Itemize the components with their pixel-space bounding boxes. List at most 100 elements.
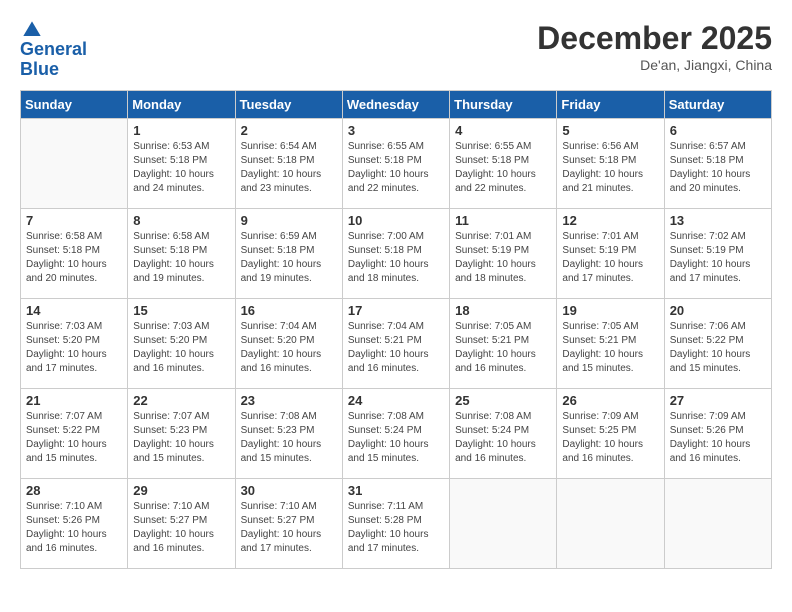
calendar-cell bbox=[450, 478, 557, 568]
calendar-cell: 30 Sunrise: 7:10 AM Sunset: 5:27 PM Dayli… bbox=[235, 478, 342, 568]
day-number: 30 bbox=[241, 483, 337, 498]
subtitle: De'an, Jiangxi, China bbox=[537, 57, 772, 73]
day-number: 3 bbox=[348, 123, 444, 138]
page-header: GeneralBlue December 2025 De'an, Jiangxi… bbox=[20, 20, 772, 80]
day-number: 4 bbox=[455, 123, 551, 138]
day-info: Sunrise: 7:09 AM Sunset: 5:26 PM Dayligh… bbox=[670, 410, 766, 466]
calendar-week-3: 14 Sunrise: 7:03 AM Sunset: 5:20 PM Dayli… bbox=[21, 298, 772, 388]
calendar-cell: 20 Sunrise: 7:06 AM Sunset: 5:22 PM Dayli… bbox=[664, 298, 771, 388]
day-number: 19 bbox=[562, 303, 658, 318]
day-number: 5 bbox=[562, 123, 658, 138]
day-number: 11 bbox=[455, 213, 551, 228]
calendar-week-5: 28 Sunrise: 7:10 AM Sunset: 5:26 PM Dayli… bbox=[21, 478, 772, 568]
calendar-cell: 31 Sunrise: 7:11 AM Sunset: 5:28 PM Dayli… bbox=[342, 478, 449, 568]
day-number: 2 bbox=[241, 123, 337, 138]
day-info: Sunrise: 7:03 AM Sunset: 5:20 PM Dayligh… bbox=[133, 320, 229, 376]
day-info: Sunrise: 6:57 AM Sunset: 5:18 PM Dayligh… bbox=[670, 140, 766, 196]
calendar-cell: 18Sunrise: 7:05 AM Sunset: 5:21 PM Dayli… bbox=[450, 298, 557, 388]
day-number: 15 bbox=[133, 303, 229, 318]
day-info: Sunrise: 7:02 AM Sunset: 5:19 PM Dayligh… bbox=[670, 230, 766, 286]
calendar-cell: 7 Sunrise: 6:58 AM Sunset: 5:18 PM Daylig… bbox=[21, 208, 128, 298]
day-header-sunday: Sunday bbox=[21, 90, 128, 118]
day-info: Sunrise: 7:08 AM Sunset: 5:24 PM Dayligh… bbox=[455, 410, 551, 466]
calendar-cell: 26Sunrise: 7:09 AM Sunset: 5:25 PM Dayli… bbox=[557, 388, 664, 478]
day-info: Sunrise: 7:06 AM Sunset: 5:22 PM Dayligh… bbox=[670, 320, 766, 376]
day-number: 6 bbox=[670, 123, 766, 138]
day-info: Sunrise: 7:04 AM Sunset: 5:21 PM Dayligh… bbox=[348, 320, 444, 376]
calendar-cell: 21Sunrise: 7:07 AM Sunset: 5:22 PM Dayli… bbox=[21, 388, 128, 478]
day-info: Sunrise: 7:11 AM Sunset: 5:28 PM Dayligh… bbox=[348, 500, 444, 556]
day-info: Sunrise: 7:04 AM Sunset: 5:20 PM Dayligh… bbox=[241, 320, 337, 376]
day-number: 28 bbox=[26, 483, 122, 498]
calendar-cell bbox=[21, 118, 128, 208]
calendar-cell: 13 Sunrise: 7:02 AM Sunset: 5:19 PM Dayli… bbox=[664, 208, 771, 298]
calendar-cell: 4 Sunrise: 6:55 AM Sunset: 5:18 PM Daylig… bbox=[450, 118, 557, 208]
day-info: Sunrise: 7:01 AM Sunset: 5:19 PM Dayligh… bbox=[562, 230, 658, 286]
day-number: 1 bbox=[133, 123, 229, 138]
calendar-cell: 3 Sunrise: 6:55 AM Sunset: 5:18 PM Daylig… bbox=[342, 118, 449, 208]
calendar-cell: 16Sunrise: 7:04 AM Sunset: 5:20 PM Dayli… bbox=[235, 298, 342, 388]
title-block: December 2025 De'an, Jiangxi, China bbox=[537, 20, 772, 73]
calendar-table: SundayMondayTuesdayWednesdayThursdayFrid… bbox=[20, 90, 772, 569]
day-info: Sunrise: 7:01 AM Sunset: 5:19 PM Dayligh… bbox=[455, 230, 551, 286]
calendar-cell: 1Sunrise: 6:53 AM Sunset: 5:18 PM Daylig… bbox=[128, 118, 235, 208]
day-info: Sunrise: 6:55 AM Sunset: 5:18 PM Dayligh… bbox=[455, 140, 551, 196]
calendar-cell: 17 Sunrise: 7:04 AM Sunset: 5:21 PM Dayli… bbox=[342, 298, 449, 388]
day-info: Sunrise: 7:05 AM Sunset: 5:21 PM Dayligh… bbox=[455, 320, 551, 376]
day-header-monday: Monday bbox=[128, 90, 235, 118]
day-number: 25 bbox=[455, 393, 551, 408]
calendar-cell: 24Sunrise: 7:08 AM Sunset: 5:24 PM Dayli… bbox=[342, 388, 449, 478]
day-number: 22 bbox=[133, 393, 229, 408]
day-info: Sunrise: 7:09 AM Sunset: 5:25 PM Dayligh… bbox=[562, 410, 658, 466]
calendar-cell: 14 Sunrise: 7:03 AM Sunset: 5:20 PM Dayli… bbox=[21, 298, 128, 388]
calendar-cell: 6 Sunrise: 6:57 AM Sunset: 5:18 PM Daylig… bbox=[664, 118, 771, 208]
day-header-thursday: Thursday bbox=[450, 90, 557, 118]
calendar-week-2: 7 Sunrise: 6:58 AM Sunset: 5:18 PM Daylig… bbox=[21, 208, 772, 298]
logo: GeneralBlue bbox=[20, 20, 87, 80]
day-number: 20 bbox=[670, 303, 766, 318]
day-info: Sunrise: 7:10 AM Sunset: 5:26 PM Dayligh… bbox=[26, 500, 122, 556]
logo-text: GeneralBlue bbox=[20, 40, 87, 80]
day-info: Sunrise: 7:00 AM Sunset: 5:18 PM Dayligh… bbox=[348, 230, 444, 286]
day-number: 14 bbox=[26, 303, 122, 318]
day-info: Sunrise: 6:58 AM Sunset: 5:18 PM Dayligh… bbox=[26, 230, 122, 286]
day-number: 23 bbox=[241, 393, 337, 408]
day-info: Sunrise: 7:07 AM Sunset: 5:23 PM Dayligh… bbox=[133, 410, 229, 466]
day-number: 12 bbox=[562, 213, 658, 228]
calendar-cell: 25 Sunrise: 7:08 AM Sunset: 5:24 PM Dayli… bbox=[450, 388, 557, 478]
day-header-wednesday: Wednesday bbox=[342, 90, 449, 118]
day-number: 8 bbox=[133, 213, 229, 228]
day-info: Sunrise: 7:10 AM Sunset: 5:27 PM Dayligh… bbox=[241, 500, 337, 556]
day-number: 7 bbox=[26, 213, 122, 228]
day-info: Sunrise: 6:59 AM Sunset: 5:18 PM Dayligh… bbox=[241, 230, 337, 286]
day-number: 10 bbox=[348, 213, 444, 228]
calendar-week-1: 1Sunrise: 6:53 AM Sunset: 5:18 PM Daylig… bbox=[21, 118, 772, 208]
calendar-cell: 19 Sunrise: 7:05 AM Sunset: 5:21 PM Dayli… bbox=[557, 298, 664, 388]
calendar-cell bbox=[557, 478, 664, 568]
calendar-cell: 9Sunrise: 6:59 AM Sunset: 5:18 PM Daylig… bbox=[235, 208, 342, 298]
day-number: 31 bbox=[348, 483, 444, 498]
day-info: Sunrise: 7:10 AM Sunset: 5:27 PM Dayligh… bbox=[133, 500, 229, 556]
calendar-cell bbox=[664, 478, 771, 568]
day-info: Sunrise: 7:03 AM Sunset: 5:20 PM Dayligh… bbox=[26, 320, 122, 376]
calendar-cell: 12 Sunrise: 7:01 AM Sunset: 5:19 PM Dayli… bbox=[557, 208, 664, 298]
calendar-cell: 2 Sunrise: 6:54 AM Sunset: 5:18 PM Daylig… bbox=[235, 118, 342, 208]
day-info: Sunrise: 7:08 AM Sunset: 5:23 PM Dayligh… bbox=[241, 410, 337, 466]
calendar-cell: 22 Sunrise: 7:07 AM Sunset: 5:23 PM Dayli… bbox=[128, 388, 235, 478]
calendar-cell: 29Sunrise: 7:10 AM Sunset: 5:27 PM Dayli… bbox=[128, 478, 235, 568]
day-number: 17 bbox=[348, 303, 444, 318]
day-header-friday: Friday bbox=[557, 90, 664, 118]
month-title: December 2025 bbox=[537, 20, 772, 57]
day-header-tuesday: Tuesday bbox=[235, 90, 342, 118]
calendar-cell: 23 Sunrise: 7:08 AM Sunset: 5:23 PM Dayli… bbox=[235, 388, 342, 478]
day-number: 13 bbox=[670, 213, 766, 228]
calendar-cell: 28 Sunrise: 7:10 AM Sunset: 5:26 PM Dayli… bbox=[21, 478, 128, 568]
day-info: Sunrise: 6:54 AM Sunset: 5:18 PM Dayligh… bbox=[241, 140, 337, 196]
day-info: Sunrise: 6:55 AM Sunset: 5:18 PM Dayligh… bbox=[348, 140, 444, 196]
day-number: 24 bbox=[348, 393, 444, 408]
day-header-saturday: Saturday bbox=[664, 90, 771, 118]
day-info: Sunrise: 7:05 AM Sunset: 5:21 PM Dayligh… bbox=[562, 320, 658, 376]
calendar-cell: 5Sunrise: 6:56 AM Sunset: 5:18 PM Daylig… bbox=[557, 118, 664, 208]
calendar-cell: 10 Sunrise: 7:00 AM Sunset: 5:18 PM Dayli… bbox=[342, 208, 449, 298]
day-number: 21 bbox=[26, 393, 122, 408]
